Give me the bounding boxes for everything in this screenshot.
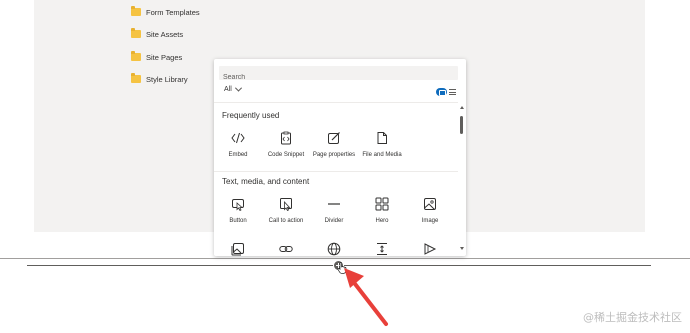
folder-label: Site Assets [146,29,184,39]
watermark: @稀土掘金技术社区 [583,311,682,324]
hero-icon [375,197,389,211]
folder-label: Form Templates [146,7,200,17]
red-arrow-icon [344,268,388,326]
view-toggle [436,88,456,96]
tile-label: Button [229,218,247,224]
tile-spacer[interactable] [358,242,406,256]
image-icon [424,198,436,210]
file-icon [377,132,387,144]
tile-label: Image [421,218,439,224]
call-to-action-icon [280,198,292,211]
scroll-up-arrow-icon[interactable] [460,106,464,109]
image-gallery-icon [231,243,244,256]
tile-label: File and Media [362,152,402,158]
globe-icon [327,242,341,256]
spacer-icon [377,243,387,255]
tile-label: Page properties [312,152,356,158]
folder-icon [131,51,141,61]
tile-call-to-action[interactable]: Call to action [262,197,310,225]
header-divider [214,102,458,103]
tile-image[interactable]: Image [406,197,454,225]
tile-stream[interactable] [406,242,454,256]
search-input[interactable] [219,70,458,85]
section-boundary-line [0,258,690,259]
tile-label: Embed [228,152,248,158]
tile-link[interactable] [262,242,310,256]
tile-label: Hero [375,218,389,224]
search-box[interactable] [219,66,458,85]
folder-label: Site Pages [146,52,183,62]
grid-view-icon[interactable] [436,88,447,96]
tile-label: Call to action [268,218,304,224]
scroll-thumb[interactable] [460,116,463,134]
tile-globe[interactable] [310,242,358,256]
page-properties-icon [328,132,340,144]
section-heading-text-media: Text, media, and content [222,177,310,186]
category-filter-dropdown[interactable]: All [224,84,242,93]
link-icon [279,246,293,252]
divider-icon [328,203,340,205]
chevron-down-icon [234,84,242,92]
toolbox-panel: All Frequently used Embed Code Snippet [214,59,466,256]
folder-item-form-templates[interactable]: Form Templates [131,4,200,20]
folder-icon [131,28,141,38]
folder-item-site-pages[interactable]: Site Pages [131,49,182,65]
section-divider [214,171,458,172]
list-view-icon[interactable] [449,89,456,95]
tile-image-gallery[interactable] [214,242,262,256]
toolbox-scrollbar[interactable] [458,103,466,256]
tile-file-and-media[interactable]: File and Media [358,131,406,159]
tile-code-snippet[interactable]: Code Snippet [262,131,310,159]
tile-divider[interactable]: Divider [310,197,358,225]
folder-item-style-library[interactable]: Style Library [131,71,188,87]
section-heading-frequent: Frequently used [222,111,280,120]
filter-label: All [224,86,232,93]
button-icon [232,199,244,211]
tile-button[interactable]: Button [214,197,262,225]
tile-label: Divider [324,218,344,224]
tile-embed[interactable]: Embed [214,131,262,159]
stream-icon [424,243,437,255]
folder-icon [131,6,141,16]
embed-icon [231,132,245,144]
tile-label: Code Snippet [267,152,305,158]
folder-label: Style Library [146,74,188,84]
code-snippet-icon [281,131,291,145]
folder-icon [131,73,141,83]
scroll-down-arrow-icon[interactable] [460,247,464,250]
folder-item-site-assets[interactable]: Site Assets [131,26,183,42]
tile-page-properties[interactable]: Page properties [310,131,358,159]
tile-hero[interactable]: Hero [358,197,406,225]
